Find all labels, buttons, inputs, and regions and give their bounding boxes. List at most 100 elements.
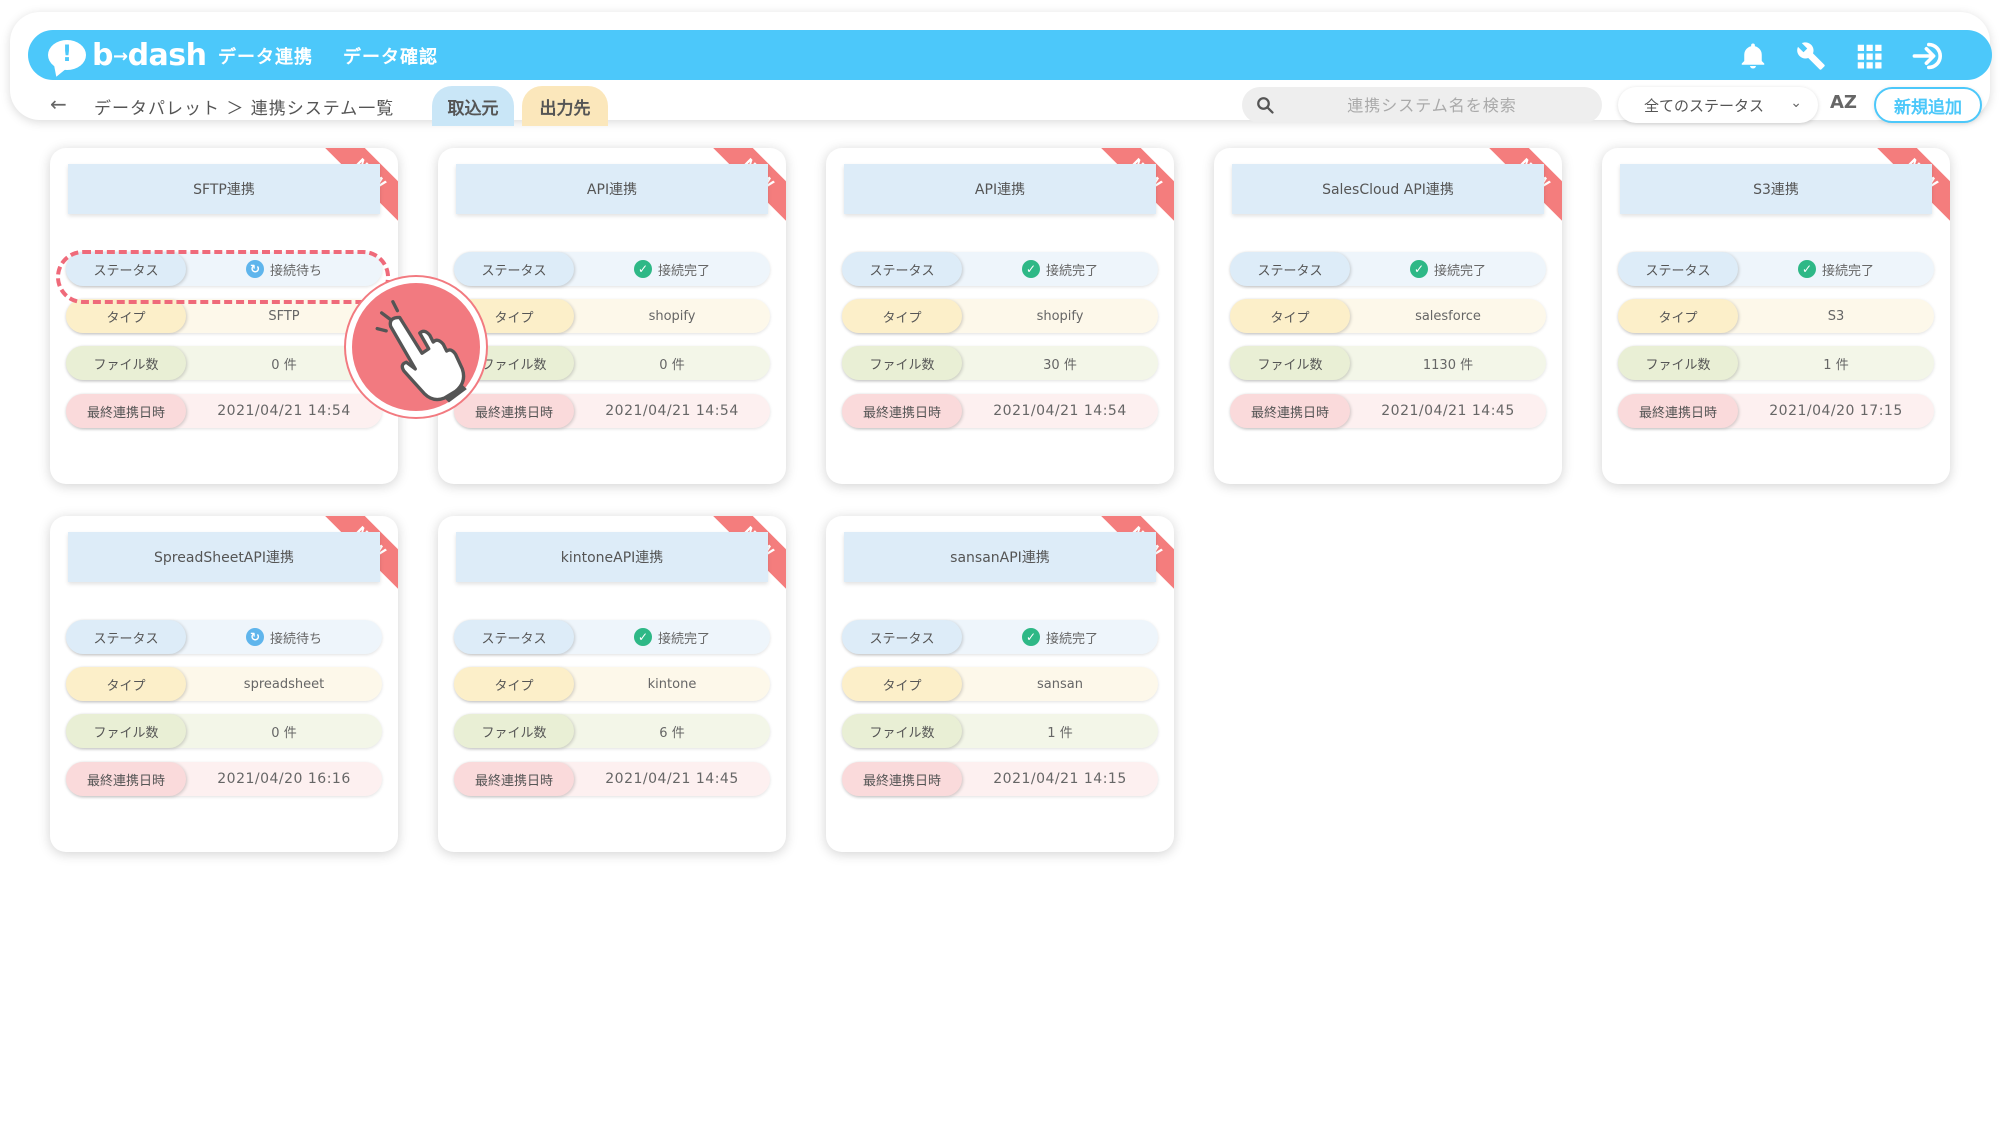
last-sync-value: 2021/04/21 14:54 [993,403,1127,419]
last-sync-row: 最終連携日時 2021/04/21 14:54 [842,394,1158,428]
status-text: 接続完了 [1433,263,1486,279]
integration-card[interactable]: NEW SFTP連携 ステータス ↻ 接続待ち タイプ SFTP ファイル数 0… [50,148,398,484]
login-icon[interactable] [1912,41,1948,71]
search-box [1242,87,1602,123]
last-sync-value: 2021/04/21 14:45 [605,771,739,787]
card-title[interactable]: kintoneAPI連携 [456,532,768,582]
status-text: 接続待ち [269,631,322,647]
type-value: sansan [1037,676,1083,692]
check-circle-icon: ✓ [1797,260,1816,278]
last-sync-value: 2021/04/20 17:15 [1769,403,1903,419]
integration-card[interactable]: NEW sansanAPI連携 ステータス ✓ 接続完了 タイプ sansan … [826,516,1174,852]
type-label: タイプ [1230,299,1350,333]
add-new-button[interactable]: 新規追加 [1874,87,1982,123]
status-label: ステータス [1230,252,1350,286]
integration-card[interactable]: NEW API連携 ステータス ✓ 接続完了 タイプ shopify ファイル数… [438,148,786,484]
check-circle-icon: ✓ [1021,628,1040,646]
type-row: タイプ shopify [454,299,770,333]
status-label: ステータス [454,620,574,654]
files-row: ファイル数 0 件 [66,714,382,748]
files-value: 30 件 [1043,357,1077,373]
integration-card[interactable]: NEW kintoneAPI連携 ステータス ✓ 接続完了 タイプ kinton… [438,516,786,852]
integration-card[interactable]: NEW SalesCloud API連携 ステータス ✓ 接続完了 タイプ sa… [1214,148,1562,484]
status-row: ステータス ✓ 接続完了 [454,252,770,286]
files-row: ファイル数 1130 件 [1230,346,1546,380]
status-label: ステータス [842,252,962,286]
nav-data-integration[interactable]: データ連携 [218,43,313,69]
status-value: ✓ 接続完了 [962,252,1158,286]
last-sync-row: 最終連携日時 2021/04/21 14:54 [454,394,770,428]
type-row: タイプ kintone [454,667,770,701]
card-title[interactable]: sansanAPI連携 [844,532,1156,582]
files-label: ファイル数 [1230,346,1350,380]
integration-card[interactable]: NEW API連携 ステータス ✓ 接続完了 タイプ shopify ファイル数… [826,148,1174,484]
type-value: salesforce [1415,308,1481,324]
last-sync-label: 最終連携日時 [66,762,186,796]
tab-destination[interactable]: 出力先 [522,86,608,126]
files-row: ファイル数 1 件 [1618,346,1934,380]
files-label: ファイル数 [66,346,186,380]
files-row: ファイル数 0 件 [454,346,770,380]
last-sync-value: 2021/04/21 14:54 [605,403,739,419]
status-value: ✓ 接続完了 [1350,252,1546,286]
last-sync-row: 最終連携日時 2021/04/21 14:54 [66,394,382,428]
files-label: ファイル数 [1618,346,1738,380]
status-text: 接続完了 [1045,631,1098,647]
sub-toolbar: ← データパレット ＞ 連携システム一覧 取込元 出力先 全てのステータス ⌄ … [28,84,1992,128]
card-title[interactable]: API連携 [456,164,768,214]
search-input[interactable] [1282,87,1582,123]
bell-icon[interactable] [1738,41,1768,71]
type-label: タイプ [454,667,574,701]
card-title[interactable]: API連携 [844,164,1156,214]
type-label: タイプ [66,299,186,333]
check-circle-icon: ✓ [1021,260,1040,278]
status-row: ステータス ✓ 接続完了 [842,620,1158,654]
status-filter-select[interactable]: 全てのステータス ⌄ [1618,87,1818,123]
tab-source[interactable]: 取込元 [432,86,514,126]
type-value: shopify [1036,308,1084,324]
last-sync-row: 最終連携日時 2021/04/21 14:15 [842,762,1158,796]
status-value: ✓ 接続完了 [574,620,770,654]
last-sync-label: 最終連携日時 [1230,394,1350,428]
sort-az-icon[interactable]: AZ [1830,92,1857,113]
status-value: ✓ 接続完了 [962,620,1158,654]
type-value: kintone [647,676,697,692]
app-logo[interactable]: ! b→dash [48,36,207,74]
status-text: 接続完了 [657,263,710,279]
status-text: 接続完了 [1821,263,1874,279]
last-sync-label: 最終連携日時 [842,394,962,428]
status-filter-value: 全てのステータス [1644,96,1765,115]
files-label: ファイル数 [454,714,574,748]
status-text: 接続完了 [1045,263,1098,279]
integration-card[interactable]: NEW SpreadSheetAPI連携 ステータス ↻ 接続待ち タイプ sp… [50,516,398,852]
status-row: ステータス ✓ 接続完了 [454,620,770,654]
back-arrow-icon[interactable]: ← [50,92,67,116]
nav-data-check[interactable]: データ確認 [343,43,438,69]
files-label: ファイル数 [842,346,962,380]
files-value: 0 件 [271,725,297,741]
grid-icon[interactable] [1854,41,1884,71]
status-value: ✓ 接続完了 [574,252,770,286]
files-row: ファイル数 0 件 [66,346,382,380]
card-title[interactable]: SFTP連携 [68,164,380,214]
files-row: ファイル数 1 件 [842,714,1158,748]
files-value: 1 件 [1823,357,1849,373]
last-sync-row: 最終連携日時 2021/04/21 14:45 [1230,394,1546,428]
top-navbar: ! b→dash データ連携 データ確認 [28,30,1992,80]
chevron-down-icon: ⌄ [1790,95,1802,111]
wrench-icon[interactable] [1796,41,1826,71]
type-value: shopify [648,308,696,324]
card-title[interactable]: SpreadSheetAPI連携 [68,532,380,582]
type-row: タイプ salesforce [1230,299,1546,333]
card-title[interactable]: S3連携 [1620,164,1932,214]
type-label: タイプ [1618,299,1738,333]
check-circle-icon: ✓ [633,628,652,646]
check-circle-icon: ✓ [1409,260,1428,278]
integration-card[interactable]: NEW S3連携 ステータス ✓ 接続完了 タイプ S3 ファイル数 1 件 最… [1602,148,1950,484]
app-header: ! b→dash データ連携 データ確認 ← データパレット ＞ 連携システム一… [10,12,1992,126]
card-title[interactable]: SalesCloud API連携 [1232,164,1544,214]
type-row: タイプ shopify [842,299,1158,333]
type-row: タイプ S3 [1618,299,1934,333]
type-label: タイプ [842,299,962,333]
status-value: ↻ 接続待ち [186,620,382,654]
